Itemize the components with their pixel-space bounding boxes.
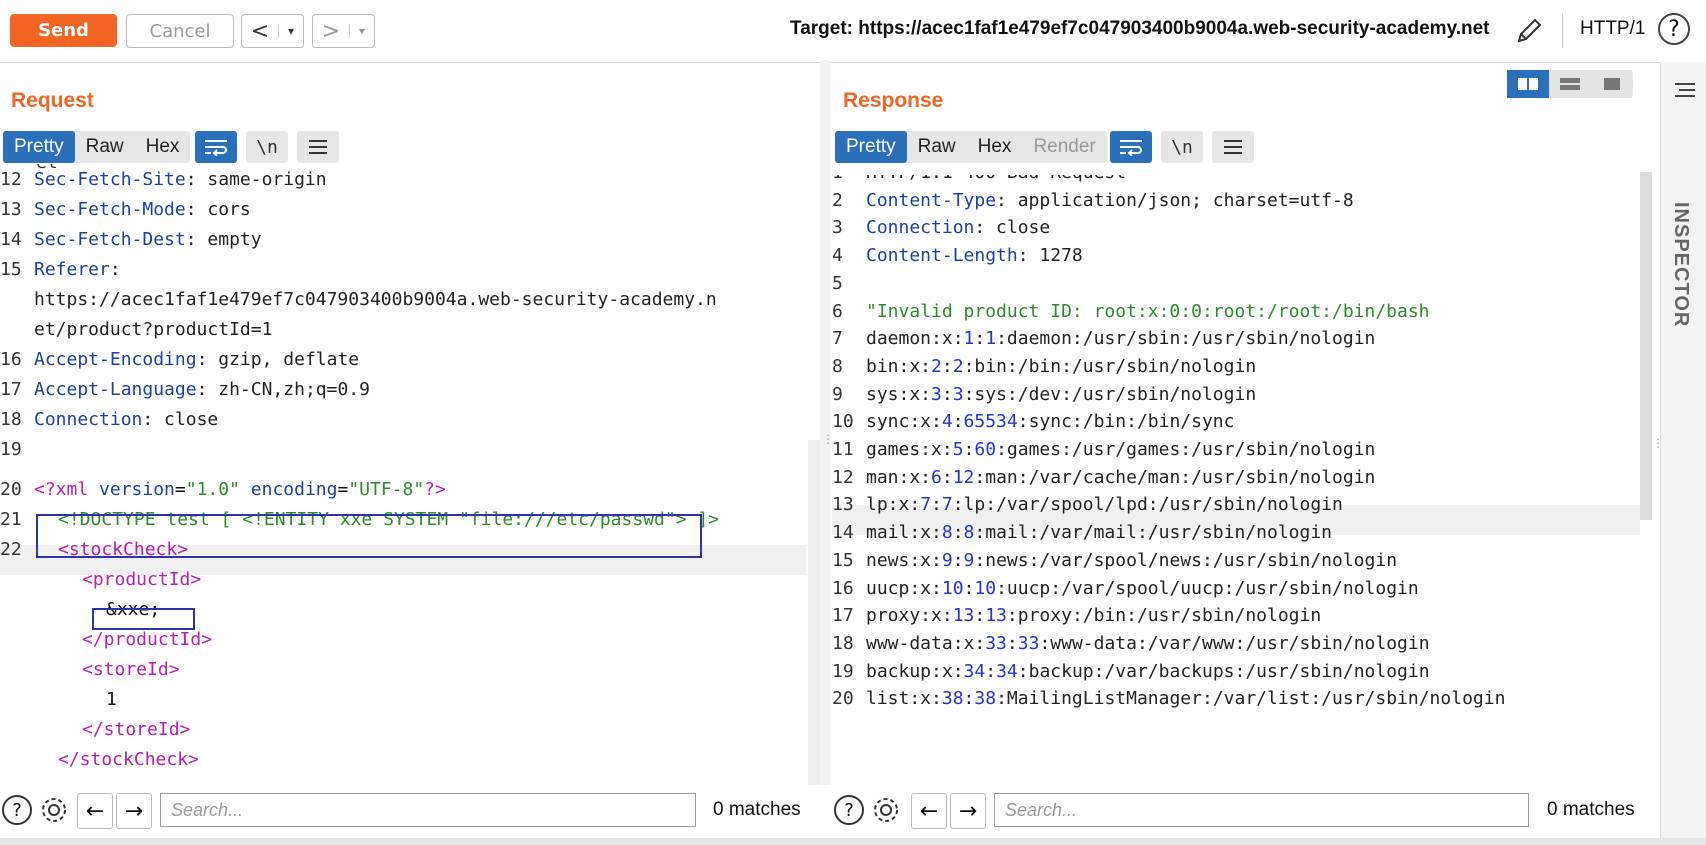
hamburger-menu-icon[interactable] (1212, 131, 1254, 163)
request-search-input[interactable]: Search... (160, 793, 696, 827)
wrap-lines-icon[interactable] (1110, 131, 1152, 163)
response-search-input[interactable]: Search... (994, 793, 1529, 827)
inspector-panel[interactable]: INSPECTOR (1660, 62, 1706, 842)
response-line: 16 uucp:x:10:10:uucp:/var/spool/uucp:/usr… (832, 577, 1419, 599)
target-url: Target: https://acec1faf1e479ef7c0479034… (790, 18, 1490, 39)
code-line: 18 Connection: close (0, 409, 219, 430)
edit-pencil-icon[interactable] (1512, 14, 1546, 48)
previous-match-icon[interactable]: ← (911, 793, 947, 829)
code-line: 13 Sec-Fetch-Mode: cors (0, 199, 251, 220)
help-icon[interactable]: ? (1658, 13, 1690, 45)
response-line: 4 Content-Length: 1278 (832, 245, 1083, 267)
response-title: Response (843, 89, 944, 112)
code-line: 1 (106, 689, 117, 710)
tab-raw[interactable]: Raw (907, 131, 967, 163)
response-line: 17 proxy:x:13:13:proxy:/bin:/usr/sbin/nol… (832, 605, 1322, 627)
response-line: 5 (832, 272, 843, 294)
tab-render[interactable]: Render (1022, 131, 1106, 163)
response-line: 8 bin:x:2:2:bin:/bin:/usr/sbin/nologin (832, 355, 1257, 377)
response-line: 14 mail:x:8:8:mail:/var/mail:/usr/sbin/no… (832, 522, 1333, 544)
response-line: 15 news:x:9:9:news:/var/spool/news:/usr/s… (832, 549, 1398, 571)
xml-declaration: <?xml version="1.0" encoding="UTF-8"?> (34, 479, 446, 500)
request-title: Request (11, 89, 94, 112)
code-line: et/product?productId=1 (34, 319, 273, 340)
response-line: 19 backup:x:34:34:backup:/var/backups:/us… (832, 660, 1430, 682)
code-line: </stockCheck> (58, 749, 199, 770)
split-horizontal-icon[interactable] (1549, 70, 1591, 98)
inspector-label[interactable]: INSPECTOR (1669, 202, 1692, 327)
send-button[interactable]: Send (10, 14, 117, 47)
response-line: 18 www-data:x:33:33:www-data:/var/www:/us… (832, 632, 1430, 654)
newline-toggle-icon[interactable]: \n (1161, 131, 1203, 163)
response-line: 7 daemon:x:1:1:daemon:/usr/sbin:/usr/sbin… (832, 328, 1376, 350)
response-line: 10 sync:x:4:65534:sync:/bin:/bin/sync (832, 411, 1235, 433)
layout-toggle (1507, 70, 1633, 98)
code-line: 12 Sec-Fetch-Site: same-origin (0, 169, 327, 190)
wrap-lines-icon[interactable] (195, 131, 237, 163)
code-line: 14 Sec-Fetch-Dest: empty (0, 229, 262, 250)
code-line: https://acec1faf1e479ef7c047903400b9004a… (34, 289, 717, 310)
response-view-tabs: Pretty Raw Hex Render (835, 131, 1107, 163)
next-match-icon[interactable]: → (116, 793, 152, 829)
history-back-control[interactable]: < ▾ (241, 14, 304, 48)
cancel-button[interactable]: Cancel (126, 14, 234, 48)
request-editor[interactable]: et 12Sec-Fetch-Site: same-origin13Sec-Fe… (0, 164, 806, 787)
code-line: <productId> (82, 569, 202, 590)
response-scrollbar[interactable] (1640, 172, 1652, 520)
inspector-menu-icon[interactable] (1673, 80, 1697, 104)
code-line: 19 (0, 439, 22, 460)
response-line: 2 Content-Type: application/json; charset… (832, 189, 1354, 211)
response-line: 13 lp:x:7:7:lp:/var/spool/lpd:/usr/sbin/n… (832, 494, 1343, 516)
response-match-count: 0 matches (1547, 799, 1635, 820)
response-line: 6 "Invalid product ID: root:x:0:0:root:/r… (832, 300, 1430, 322)
http-version[interactable]: HTTP/1 (1578, 18, 1645, 40)
tab-pretty[interactable]: Pretty (3, 131, 75, 163)
request-scrollbar[interactable] (808, 440, 820, 785)
request-view-tabs: Pretty Raw Hex (3, 131, 191, 163)
code-line: 16 Accept-Encoding: gzip, deflate (0, 349, 360, 370)
tab-hex[interactable]: Hex (967, 131, 1023, 163)
response-line: 11 games:x:5:60:games:/usr/games:/usr/sbi… (832, 439, 1376, 460)
code-line: 15 Referer: (0, 259, 121, 280)
code-line: <storeId> (82, 659, 180, 680)
highlight-box-entity (92, 608, 195, 630)
newline-toggle-icon[interactable]: \n (246, 131, 288, 163)
response-editor[interactable]: 1HTTP/1.1 400 Bad Request2Content-Type: … (832, 175, 1640, 787)
help-icon[interactable]: ? (834, 795, 864, 825)
request-match-count: 0 matches (713, 799, 801, 820)
response-line: 9 sys:x:3:3:sys:/dev:/usr/sbin/nologin (832, 383, 1257, 405)
code-line: 17 Accept-Language: zh-CN,zh;q=0.9 (0, 379, 370, 400)
single-pane-icon[interactable] (1591, 70, 1633, 98)
response-line: 20 list:x:38:38:MailingListManager:/var/l… (832, 688, 1506, 710)
tab-raw[interactable]: Raw (75, 131, 135, 163)
code-line-20: 20 <?xml version="1.0" encoding="UTF-8"?> (0, 479, 446, 500)
chevron-down-icon[interactable]: ▾ (349, 24, 374, 38)
previous-match-icon[interactable]: ← (77, 793, 113, 829)
settings-gear-icon[interactable] (869, 793, 903, 827)
back-arrow-icon[interactable]: < (242, 19, 278, 44)
split-vertical-icon[interactable] (1507, 70, 1549, 98)
status-bar (0, 838, 1706, 845)
settings-gear-icon[interactable] (37, 793, 71, 827)
next-match-icon[interactable]: → (950, 793, 986, 829)
hamburger-menu-icon[interactable] (297, 131, 339, 163)
chevron-down-icon[interactable]: ▾ (278, 24, 303, 38)
forward-arrow-icon[interactable]: > (313, 19, 349, 44)
help-icon[interactable]: ? (2, 795, 32, 825)
divider (1562, 14, 1563, 48)
history-forward-control[interactable]: > ▾ (312, 14, 375, 48)
response-line: 12 man:x:6:12:man:/var/cache/man:/usr/sbi… (832, 466, 1376, 488)
tab-pretty[interactable]: Pretty (835, 131, 907, 163)
pane-splitter[interactable]: ⋮ (820, 60, 834, 785)
code-line: </storeId> (82, 719, 191, 740)
highlight-box-doctype (36, 514, 702, 558)
response-line: 3 Connection: close (832, 217, 1051, 239)
tab-hex[interactable]: Hex (135, 131, 191, 163)
